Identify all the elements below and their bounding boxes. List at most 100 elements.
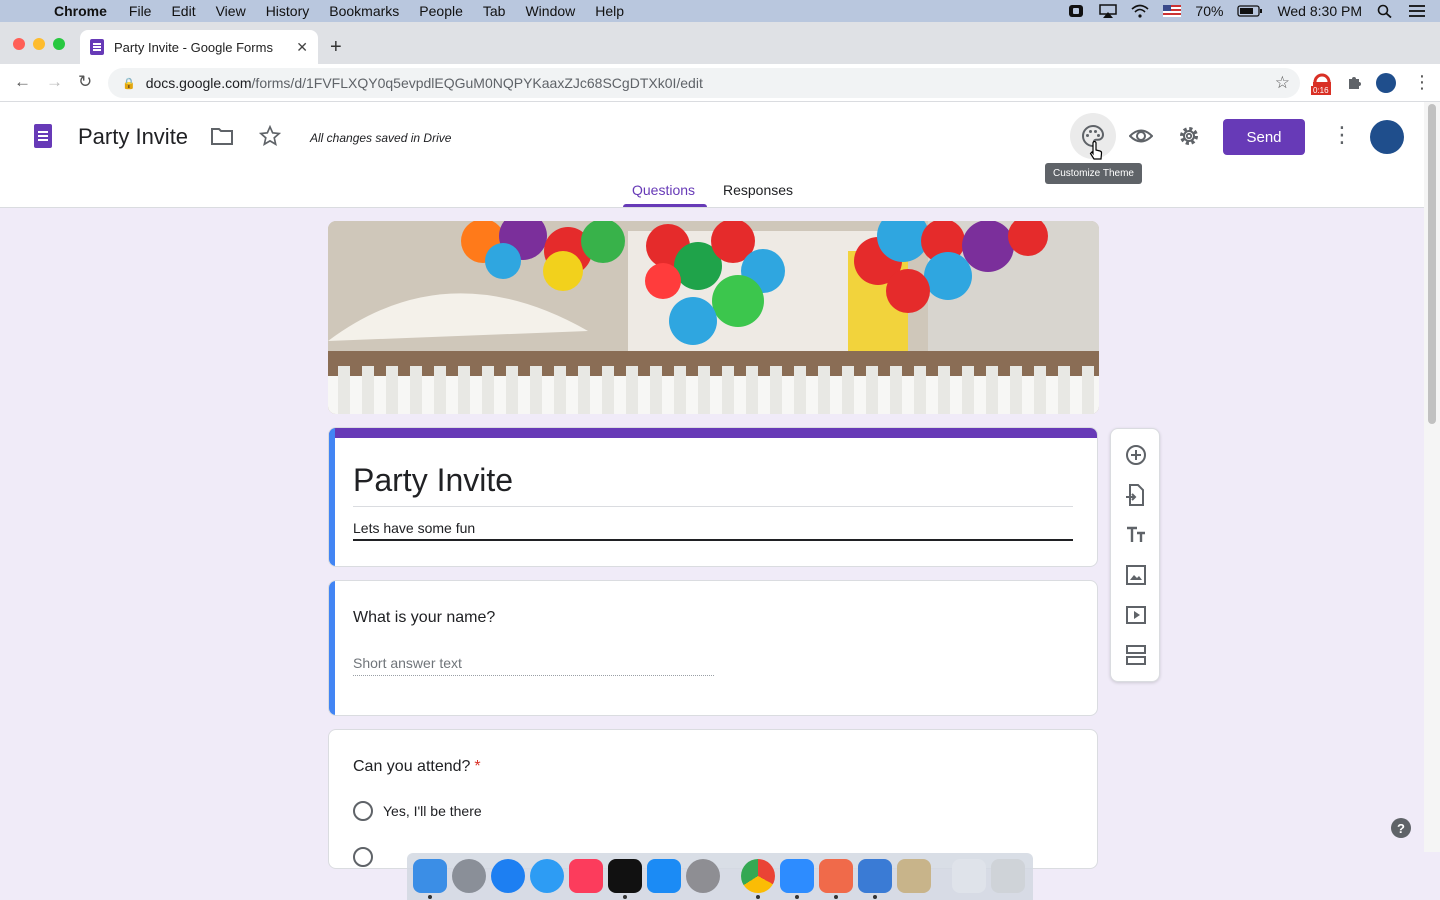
question-card-name[interactable]: What is your name? Short answer text <box>328 580 1098 716</box>
card-selected-accent <box>329 428 335 566</box>
system-preferences-icon[interactable] <box>686 859 720 893</box>
option-label[interactable]: Yes, I'll be there <box>383 803 482 819</box>
messages-icon[interactable] <box>530 859 564 893</box>
window-close-button[interactable] <box>13 38 25 50</box>
short-answer-underline <box>353 675 714 676</box>
form-description[interactable]: Lets have some fun <box>353 520 475 536</box>
screen-record-icon[interactable] <box>1067 4 1085 18</box>
address-bar[interactable]: 🔒 docs.google.com/forms/d/1FVFLXQY0q5evp… <box>108 68 1300 98</box>
browser-tab-strip: Party Invite - Google Forms ✕ + <box>0 22 1440 64</box>
window-zoom-button[interactable] <box>53 38 65 50</box>
downloads-stack-icon[interactable] <box>952 859 986 893</box>
extensions-puzzle-icon[interactable] <box>1346 73 1364 91</box>
menu-app-name[interactable]: Chrome <box>54 3 107 19</box>
app-store-icon[interactable] <box>647 859 681 893</box>
menu-window[interactable]: Window <box>525 3 575 19</box>
add-video-icon[interactable] <box>1124 603 1148 627</box>
add-title-text-icon[interactable] <box>1124 523 1148 547</box>
star-icon[interactable] <box>259 125 281 147</box>
url-path: /forms/d/1FVFLXQY0q5evpdlEQGuM0NQPYKaaxZ… <box>251 75 703 91</box>
add-image-icon[interactable] <box>1124 563 1148 587</box>
card-selected-accent <box>329 581 335 715</box>
finder-icon[interactable] <box>413 859 447 893</box>
browser-tab-active[interactable]: Party Invite - Google Forms ✕ <box>80 30 318 64</box>
forward-arrow-icon[interactable]: → <box>46 72 63 92</box>
tab-questions[interactable]: Questions <box>632 182 695 198</box>
wifi-icon[interactable] <box>1131 4 1149 18</box>
google-forms-logo-icon[interactable] <box>34 124 52 148</box>
menu-bookmarks[interactable]: Bookmarks <box>329 3 399 19</box>
balloons-illustration <box>328 221 1099 414</box>
url-host: docs.google.com <box>145 75 252 91</box>
more-options-icon[interactable]: ⋮ <box>1331 122 1353 148</box>
spotlight-search-icon[interactable] <box>1376 4 1394 18</box>
help-icon[interactable]: ? <box>1391 818 1411 838</box>
menu-tab[interactable]: Tab <box>483 3 506 19</box>
macos-dock <box>407 853 1033 900</box>
send-button[interactable]: Send <box>1223 119 1305 155</box>
new-tab-icon[interactable]: + <box>330 36 342 59</box>
menubar-clock[interactable]: Wed 8:30 PM <box>1277 3 1362 19</box>
zoom-icon[interactable] <box>780 859 814 893</box>
form-title[interactable]: Party Invite <box>353 462 513 499</box>
menu-edit[interactable]: Edit <box>171 3 195 19</box>
bookmark-star-icon[interactable]: ☆ <box>1275 73 1290 93</box>
dock-running-indicator <box>756 895 760 899</box>
presentation-app-icon[interactable] <box>819 859 853 893</box>
form-tabs: Questions Responses <box>0 180 1424 208</box>
required-asterisk: * <box>474 758 481 775</box>
form-title-card: Party Invite Lets have some fun <box>328 427 1098 567</box>
forms-header: Party Invite All changes saved in Drive … <box>0 102 1424 208</box>
question-title[interactable]: Can you attend? * <box>353 758 481 776</box>
google-forms-favicon-icon <box>90 39 104 55</box>
account-avatar[interactable] <box>1370 120 1404 154</box>
radio-button[interactable] <box>353 847 373 867</box>
radio-button[interactable] <box>353 801 373 821</box>
question-title-text: Can you attend? <box>353 758 471 775</box>
preview-eye-icon[interactable] <box>1129 126 1153 146</box>
back-arrow-icon[interactable]: ← <box>14 72 31 92</box>
browser-tab-title: Party Invite - Google Forms <box>114 39 273 55</box>
document-title[interactable]: Party Invite <box>78 124 188 150</box>
question-tools-panel <box>1110 428 1160 682</box>
airplay-icon[interactable] <box>1099 4 1118 18</box>
menu-history[interactable]: History <box>266 3 310 19</box>
keynote-icon[interactable] <box>858 859 892 893</box>
launchpad-icon[interactable] <box>452 859 486 893</box>
dock-running-indicator <box>428 895 432 899</box>
page-scrollbar[interactable] <box>1424 102 1440 852</box>
menu-help[interactable]: Help <box>595 3 624 19</box>
active-tab-indicator <box>623 204 707 207</box>
apple-tv-icon[interactable] <box>608 859 642 893</box>
battery-icon[interactable] <box>1237 4 1263 18</box>
add-section-icon[interactable] <box>1124 643 1148 667</box>
window-minimize-button[interactable] <box>33 38 45 50</box>
lock-icon[interactable]: 🔒 <box>122 77 136 90</box>
us-flag-icon[interactable] <box>1163 4 1182 18</box>
tab-responses[interactable]: Responses <box>723 182 793 198</box>
folder-icon[interactable] <box>211 127 233 145</box>
chrome-icon[interactable] <box>741 859 775 893</box>
question-title[interactable]: What is your name? <box>353 609 495 627</box>
safari-icon[interactable] <box>491 859 525 893</box>
import-questions-icon[interactable] <box>1124 483 1148 507</box>
battery-percent: 70% <box>1195 3 1224 19</box>
trash-icon[interactable] <box>991 859 1025 893</box>
menu-view[interactable]: View <box>216 3 246 19</box>
music-icon[interactable] <box>569 859 603 893</box>
tab-close-icon[interactable]: ✕ <box>296 39 308 56</box>
form-header-image <box>328 221 1099 414</box>
question-card-attend[interactable]: Can you attend? * Yes, I'll be there <box>328 729 1098 869</box>
notes-app-icon[interactable] <box>897 859 931 893</box>
chrome-profile-avatar[interactable] <box>1376 73 1396 93</box>
settings-gear-icon[interactable] <box>1177 124 1201 148</box>
menu-people[interactable]: People <box>419 3 463 19</box>
control-center-icon[interactable] <box>1408 4 1426 18</box>
mouse-pointer-hand-icon <box>1089 141 1103 160</box>
menu-file[interactable]: File <box>129 3 152 19</box>
scrollbar-thumb[interactable] <box>1428 104 1436 424</box>
reload-icon[interactable]: ↻ <box>78 72 92 92</box>
chrome-menu-icon[interactable]: ⋮ <box>1413 72 1431 93</box>
dock-running-indicator <box>623 895 627 899</box>
add-question-icon[interactable] <box>1124 443 1148 467</box>
